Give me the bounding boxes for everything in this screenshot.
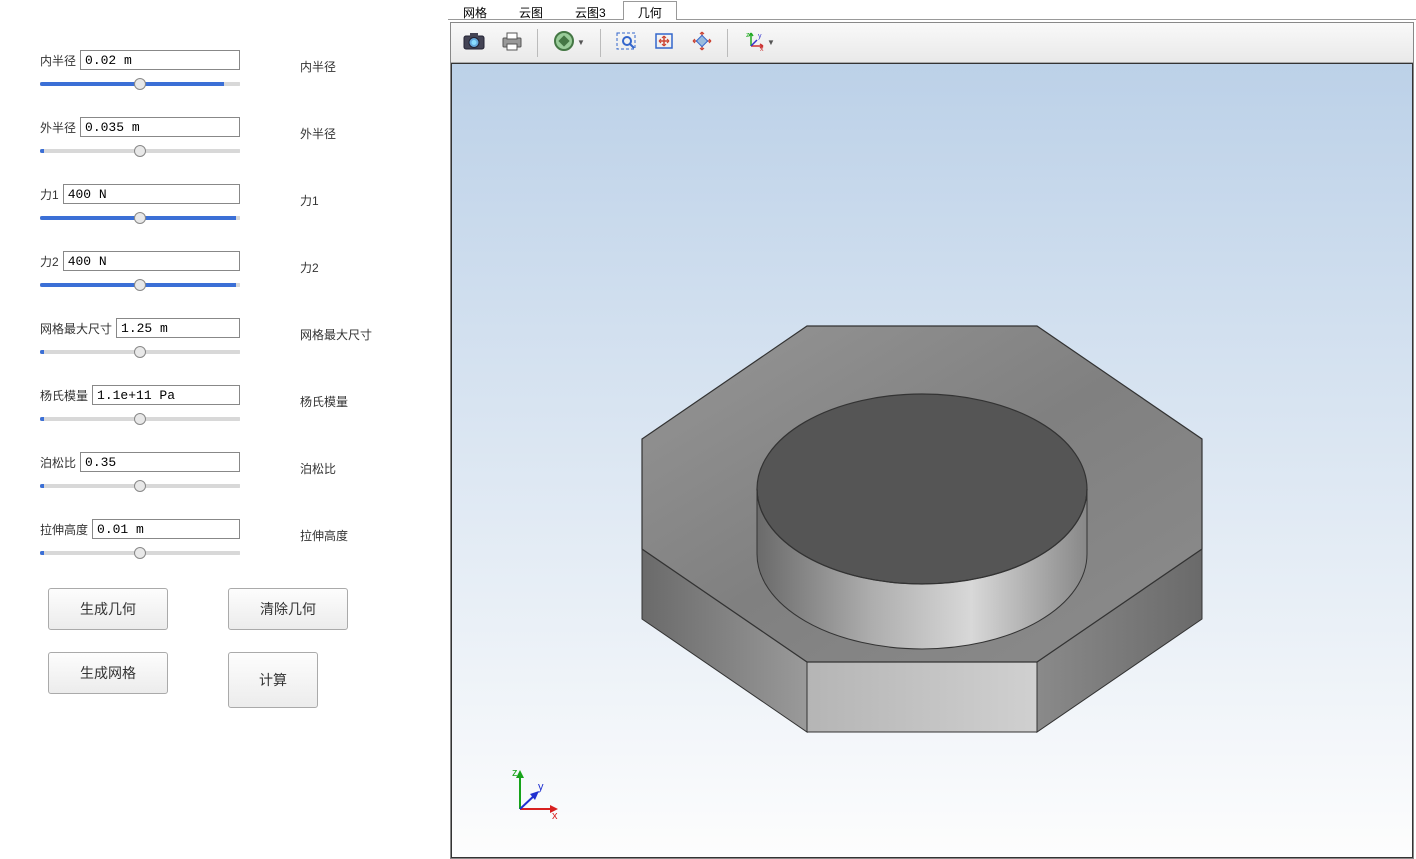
outer-radius-right-label: 外半径 xyxy=(300,125,336,142)
inner-radius-input[interactable] xyxy=(80,50,240,70)
zoom-box-icon xyxy=(614,30,638,55)
chevron-down-icon: ▼ xyxy=(767,38,775,47)
extrude-height-input[interactable] xyxy=(92,519,240,539)
generate-mesh-button[interactable]: 生成网格 xyxy=(48,652,168,694)
3d-viewport[interactable]: z y x xyxy=(451,63,1413,858)
geometry-render xyxy=(452,64,1412,854)
force2-slider[interactable] xyxy=(40,283,240,287)
force1-group: 力1 力1 xyxy=(40,184,408,223)
toolbar-separator xyxy=(600,29,601,57)
youngs-modulus-slider[interactable] xyxy=(40,417,240,421)
poisson-group: 泊松比 泊松比 xyxy=(40,452,408,491)
zoom-fit-button[interactable] xyxy=(647,27,681,59)
viewer-panel: 网格 云图 云图3 几何 ▼ xyxy=(448,0,1416,857)
orientation-button[interactable]: z y x ▼ xyxy=(736,27,782,59)
poisson-label: 泊松比 xyxy=(40,454,76,471)
compute-button[interactable]: 计算 xyxy=(228,652,318,708)
block-icon xyxy=(553,30,575,55)
mesh-max-label: 网格最大尺寸 xyxy=(40,320,112,337)
mesh-max-slider[interactable] xyxy=(40,350,240,354)
viewer-toolbar: ▼ xyxy=(451,23,1413,63)
svg-text:y: y xyxy=(538,781,544,793)
force2-input[interactable] xyxy=(63,251,240,271)
svg-text:z: z xyxy=(746,32,750,39)
svg-text:z: z xyxy=(512,767,518,779)
chevron-down-icon: ▼ xyxy=(577,38,585,47)
svg-text:x: x xyxy=(552,810,558,822)
mesh-max-right-label: 网格最大尺寸 xyxy=(300,326,372,343)
youngs-modulus-label: 杨氏模量 xyxy=(40,387,88,404)
inner-radius-right-label: 内半径 xyxy=(300,58,336,75)
extrude-height-right-label: 拉伸高度 xyxy=(300,527,348,544)
parameter-panel: 内半径 内半径 外半径 外半径 力1 力1 力 xyxy=(0,0,448,857)
tab-mesh[interactable]: 网格 xyxy=(448,1,502,20)
print-button[interactable] xyxy=(495,27,529,59)
clear-geometry-button[interactable]: 清除几何 xyxy=(228,588,348,630)
inner-radius-group: 内半径 内半径 xyxy=(40,50,408,89)
outer-radius-slider[interactable] xyxy=(40,149,240,153)
tab-cloud3[interactable]: 云图3 xyxy=(560,1,621,20)
inner-radius-label: 内半径 xyxy=(40,52,76,69)
extrude-height-slider[interactable] xyxy=(40,551,240,555)
tab-bar: 网格 云图 云图3 几何 xyxy=(448,0,1416,20)
outer-radius-label: 外半径 xyxy=(40,119,76,136)
snapshot-button[interactable] xyxy=(457,27,491,59)
svg-text:y: y xyxy=(758,33,762,40)
tab-cloud[interactable]: 云图 xyxy=(504,1,558,20)
force2-label: 力2 xyxy=(40,253,59,270)
view-triad: z y x xyxy=(502,764,562,827)
toolbar-separator xyxy=(537,29,538,57)
poisson-input[interactable] xyxy=(80,452,240,472)
force1-label: 力1 xyxy=(40,186,59,203)
inner-radius-slider[interactable] xyxy=(40,82,240,86)
extrude-height-label: 拉伸高度 xyxy=(40,521,88,538)
youngs-modulus-right-label: 杨氏模量 xyxy=(300,393,348,410)
fit-extent-icon xyxy=(652,30,676,55)
printer-icon xyxy=(500,30,524,55)
render-mode-button[interactable]: ▼ xyxy=(546,27,592,59)
force1-right-label: 力1 xyxy=(300,192,319,209)
youngs-modulus-input[interactable] xyxy=(92,385,240,405)
camera-icon xyxy=(462,30,486,55)
viewer-frame: ▼ xyxy=(450,22,1414,859)
outer-radius-group: 外半径 外半径 xyxy=(40,117,408,156)
toolbar-separator xyxy=(727,29,728,57)
zoom-region-button[interactable] xyxy=(609,27,643,59)
axes-icon: z y x xyxy=(743,30,765,55)
force1-input[interactable] xyxy=(63,184,240,204)
mesh-max-input[interactable] xyxy=(116,318,240,338)
generate-geometry-button[interactable]: 生成几何 xyxy=(48,588,168,630)
zoom-diamond-icon xyxy=(690,30,714,55)
tab-geometry[interactable]: 几何 xyxy=(623,1,677,20)
svg-text:x: x xyxy=(760,46,764,52)
outer-radius-input[interactable] xyxy=(80,117,240,137)
mesh-max-group: 网格最大尺寸 网格最大尺寸 xyxy=(40,318,408,357)
extrude-height-group: 拉伸高度 拉伸高度 xyxy=(40,519,408,558)
poisson-right-label: 泊松比 xyxy=(300,460,336,477)
force1-slider[interactable] xyxy=(40,216,240,220)
youngs-modulus-group: 杨氏模量 杨氏模量 xyxy=(40,385,408,424)
zoom-selection-button[interactable] xyxy=(685,27,719,59)
force2-right-label: 力2 xyxy=(300,259,319,276)
poisson-slider[interactable] xyxy=(40,484,240,488)
force2-group: 力2 力2 xyxy=(40,251,408,290)
